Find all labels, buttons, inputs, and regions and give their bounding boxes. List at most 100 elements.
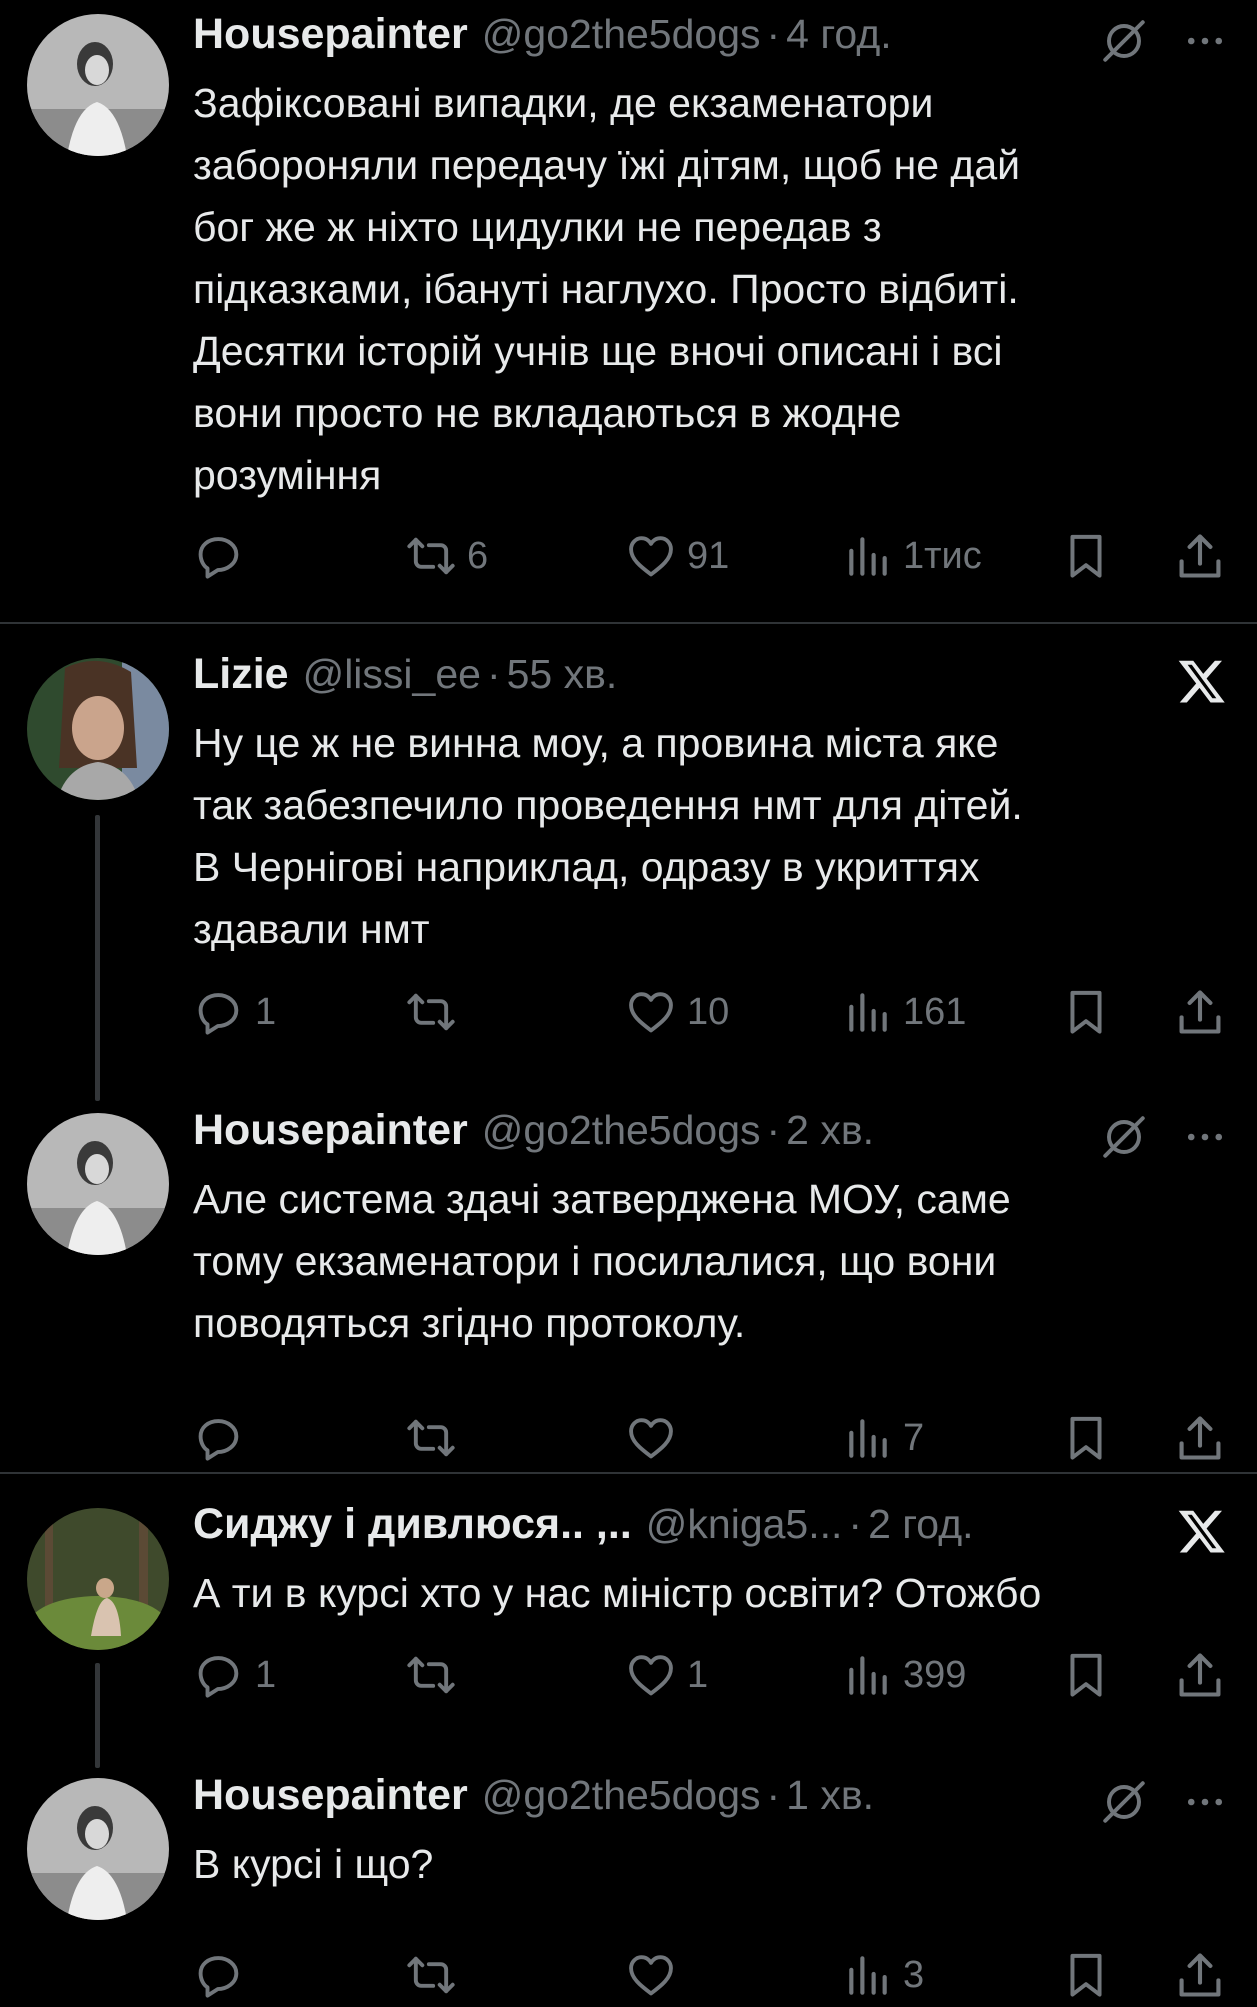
- reply-button[interactable]: [193, 1406, 255, 1470]
- timestamp[interactable]: 2 хв.: [786, 1107, 874, 1153]
- more-dots-icon[interactable]: [1183, 19, 1227, 63]
- retweet-icon: [405, 1412, 457, 1464]
- views-count: 7: [903, 1416, 925, 1459]
- reply-button[interactable]: [193, 1943, 255, 2007]
- reply-icon: [193, 986, 245, 1038]
- tweet-header: Housepainter @go2the5dogs · 4 год.: [193, 10, 1227, 72]
- timestamp[interactable]: 55 хв.: [507, 651, 618, 697]
- views-count: 3: [903, 1953, 925, 1996]
- like-count: 1: [687, 1653, 709, 1696]
- avatar[interactable]: [27, 14, 169, 156]
- like-button[interactable]: [625, 1406, 687, 1470]
- x-logo-icon[interactable]: [1177, 1506, 1227, 1556]
- share-button[interactable]: [1174, 524, 1226, 588]
- bookmark-button[interactable]: [1061, 1943, 1111, 2007]
- separator-dot: ·: [766, 1772, 781, 1818]
- divider: [0, 622, 1257, 624]
- like-count: 91: [687, 534, 730, 577]
- reply-icon: [193, 1412, 245, 1464]
- slashed-circle-icon[interactable]: [1099, 16, 1149, 66]
- like-button[interactable]: [625, 1943, 687, 2007]
- bookmark-button[interactable]: [1061, 980, 1111, 1044]
- tweet-text: Ну це ж не винна моу, а провина міста як…: [193, 720, 1023, 952]
- retweet-button[interactable]: [405, 1643, 467, 1707]
- tweet-actions: 3: [193, 1943, 1229, 2007]
- author-name[interactable]: Housepainter: [193, 10, 468, 58]
- author-handle[interactable]: @lissi_ee: [303, 651, 481, 697]
- avatar-photo-icon: [27, 14, 169, 156]
- separator-dot: ·: [848, 1501, 863, 1547]
- bookmark-icon: [1061, 1950, 1111, 2000]
- author-handle[interactable]: @go2the5dogs: [482, 1107, 761, 1153]
- tweet-text: А ти в курсі хто у нас міністр освіти? О…: [193, 1570, 1042, 1616]
- retweet-button[interactable]: [405, 980, 467, 1044]
- views-button[interactable]: 3: [843, 1943, 924, 2007]
- views-button[interactable]: 161: [843, 980, 966, 1044]
- slashed-circle-icon[interactable]: [1099, 1112, 1149, 1162]
- reply-icon: [193, 530, 245, 582]
- author-handle[interactable]: @kniga5...: [646, 1501, 843, 1547]
- avatar[interactable]: [27, 1113, 169, 1255]
- heart-icon: [625, 1649, 677, 1701]
- share-icon: [1174, 530, 1226, 582]
- retweet-button[interactable]: 6: [405, 524, 488, 588]
- author-handle[interactable]: @go2the5dogs: [482, 1772, 761, 1818]
- more-dots-icon[interactable]: [1183, 1780, 1227, 1824]
- bookmark-button[interactable]: [1061, 1406, 1111, 1470]
- bookmark-button[interactable]: [1061, 1643, 1111, 1707]
- views-chart-icon: [843, 531, 893, 581]
- author-name[interactable]: Housepainter: [193, 1771, 468, 1819]
- reply-button[interactable]: 1: [193, 980, 276, 1044]
- reply-count: 1: [255, 990, 277, 1033]
- reply-button[interactable]: 1: [193, 1643, 276, 1707]
- author-handle[interactable]: @go2the5dogs: [482, 11, 761, 57]
- heart-icon: [625, 986, 677, 1038]
- tweet-actions: 7: [193, 1406, 1229, 1470]
- share-button[interactable]: [1174, 1643, 1226, 1707]
- reply-icon: [193, 1649, 245, 1701]
- timestamp[interactable]: 2 год.: [868, 1501, 973, 1547]
- retweet-icon: [405, 986, 457, 1038]
- tweet-header: Сиджу і дивлюся.. ,.. @kniga5... · 2 год.: [193, 1500, 1227, 1562]
- bookmark-button[interactable]: [1061, 524, 1111, 588]
- author-name[interactable]: Lizie: [193, 650, 289, 698]
- avatar[interactable]: [27, 1778, 169, 1920]
- tweet-actions: 6 91 1тис: [193, 524, 1229, 588]
- views-chart-icon: [843, 1950, 893, 2000]
- divider: [0, 1472, 1257, 1474]
- retweet-icon: [405, 1649, 457, 1701]
- retweet-icon: [405, 530, 457, 582]
- author-name[interactable]: Сиджу і дивлюся.. ,..: [193, 1500, 632, 1548]
- views-chart-icon: [843, 1650, 893, 1700]
- x-logo-icon[interactable]: [1177, 656, 1227, 706]
- tweet-header: Lizie @lissi_ee · 55 хв.: [193, 650, 1227, 712]
- views-button[interactable]: 399: [843, 1643, 966, 1707]
- tweet-actions: 1 1 399: [193, 1643, 1229, 1707]
- author-name[interactable]: Housepainter: [193, 1106, 468, 1154]
- reply-button[interactable]: [193, 524, 255, 588]
- views-chart-icon: [843, 987, 893, 1037]
- like-button[interactable]: 91: [625, 524, 729, 588]
- views-chart-icon: [843, 1413, 893, 1463]
- like-button[interactable]: 10: [625, 980, 729, 1044]
- more-dots-icon[interactable]: [1183, 1115, 1227, 1159]
- share-button[interactable]: [1174, 1943, 1226, 2007]
- share-button[interactable]: [1174, 980, 1226, 1044]
- retweet-button[interactable]: [405, 1943, 467, 2007]
- avatar-photo-icon: [27, 658, 169, 800]
- tweet-text: Але система здачі затверджена МОУ, саме …: [193, 1176, 1011, 1346]
- separator-dot: ·: [766, 11, 781, 57]
- retweet-icon: [405, 1949, 457, 2001]
- avatar[interactable]: [27, 1508, 169, 1650]
- timestamp[interactable]: 1 хв.: [786, 1772, 874, 1818]
- timestamp[interactable]: 4 год.: [786, 11, 891, 57]
- views-button[interactable]: 1тис: [843, 524, 982, 588]
- share-icon: [1174, 1649, 1226, 1701]
- share-button[interactable]: [1174, 1406, 1226, 1470]
- separator-dot: ·: [486, 651, 501, 697]
- retweet-button[interactable]: [405, 1406, 467, 1470]
- slashed-circle-icon[interactable]: [1099, 1777, 1149, 1827]
- like-button[interactable]: 1: [625, 1643, 708, 1707]
- avatar[interactable]: [27, 658, 169, 800]
- views-button[interactable]: 7: [843, 1406, 924, 1470]
